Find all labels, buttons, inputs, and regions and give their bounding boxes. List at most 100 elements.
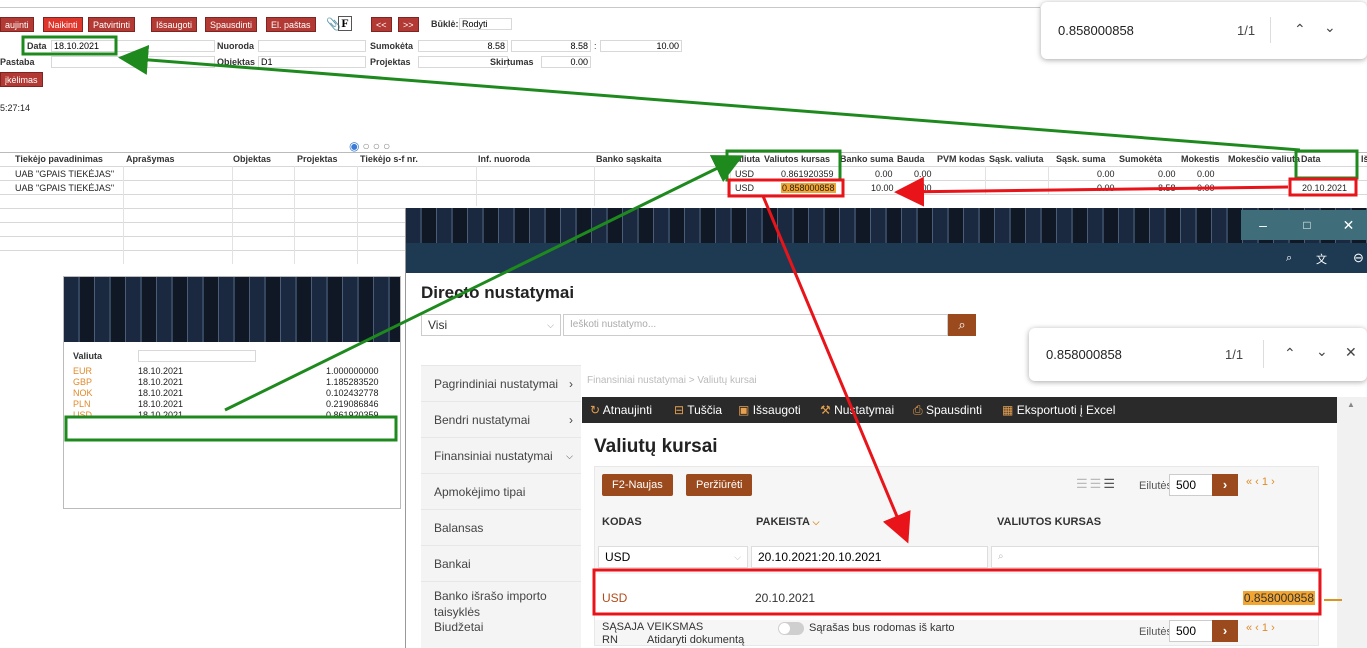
wrench-icon: ⚒ <box>820 403 831 417</box>
col-bank-sum[interactable]: Banko suma <box>840 154 894 164</box>
difference-field[interactable]: 0.00 <box>541 56 591 68</box>
next-button[interactable]: >> <box>398 17 419 32</box>
col-fee[interactable]: Mokestis <box>1181 154 1220 164</box>
col-date[interactable]: Data <box>1301 154 1321 164</box>
filter-select[interactable]: Visi ⌵ <box>421 314 561 336</box>
date-field[interactable]: 18.10.2021 <box>51 40 215 52</box>
find-bar-top[interactable]: 0.858000858 1/1 ⌃ ⌄ <box>1041 2 1367 59</box>
settings-action[interactable]: ⚒ Nustatymai <box>820 403 894 417</box>
sidebar-item-main[interactable]: Pagrindiniai nustatymai › <box>421 365 581 401</box>
pagination[interactable]: « ‹ 1 › <box>1246 476 1275 488</box>
col-inv-sum[interactable]: Sąsk. suma <box>1056 154 1106 164</box>
delete-button[interactable]: Naikinti <box>43 17 83 32</box>
scrollbar[interactable] <box>1337 397 1367 648</box>
note-field[interactable] <box>51 56 215 68</box>
f-icon[interactable]: F <box>338 16 352 31</box>
paid-label: Sumokėta <box>370 41 414 51</box>
find-close-icon[interactable]: ✕ <box>1345 344 1357 361</box>
col-project[interactable]: Projektas <box>297 154 338 164</box>
col-extra[interactable]: Iš <box>1361 154 1367 164</box>
go-button-bottom[interactable]: › <box>1212 620 1238 642</box>
rate-value: 0.219086846 <box>326 399 379 409</box>
filter-code-input[interactable]: USD ⌵ <box>598 546 748 568</box>
col-fee-currency[interactable]: Mokesčio valiuta <box>1228 154 1300 164</box>
clear-action[interactable]: ⊟ Tuščia <box>674 403 722 417</box>
rates-filter[interactable] <box>138 350 256 362</box>
search-button[interactable]: ⌕ <box>948 314 976 336</box>
col-currency[interactable]: Valiuta <box>731 154 760 164</box>
col-rate[interactable]: VALIUTOS KURSAS <box>997 516 1101 528</box>
sidebar-item-banks[interactable]: Bankai <box>421 545 581 581</box>
browser-bar <box>406 243 1367 273</box>
save-action[interactable]: ▣ Išsaugoti <box>738 403 801 417</box>
radio-pager[interactable]: ◉○○○ <box>349 139 393 153</box>
scroll-up-icon[interactable]: ▲ <box>1347 400 1355 409</box>
find-prev-icon[interactable]: ⌃ <box>1284 345 1296 362</box>
upload-button[interactable]: įkėlimas <box>0 72 43 87</box>
paid-field-1[interactable]: 8.58 <box>418 40 508 52</box>
rate-date: 18.10.2021 <box>138 399 184 409</box>
status-label: Būklė: <box>431 19 459 29</box>
object-field[interactable]: D1 <box>258 56 366 68</box>
col-fine[interactable]: Bauda <box>897 154 925 164</box>
translate-icon[interactable]: 文 <box>1316 251 1327 267</box>
sidebar-item-financial[interactable]: Finansiniai nustatymai ⌵ <box>421 437 581 473</box>
find-query-inner[interactable]: 0.858000858 <box>1046 347 1122 362</box>
col-supplier[interactable]: Tiekėjo pavadinimas <box>15 154 103 164</box>
col-bank-account[interactable]: Banko sąskaita <box>596 154 662 164</box>
col-object[interactable]: Objektas <box>233 154 271 164</box>
view-button[interactable]: Peržiūrėti <box>686 474 753 496</box>
paid-field-2[interactable]: 8.58 <box>511 40 591 52</box>
paid-field-3[interactable]: 10.00 <box>600 40 682 52</box>
row1-paid: 0.00 <box>1158 169 1176 179</box>
status-field[interactable]: Rodyti <box>459 18 512 30</box>
go-button[interactable]: › <box>1212 474 1238 496</box>
save-button[interactable]: Išsaugoti <box>151 17 198 32</box>
prev-button[interactable]: << <box>371 17 392 32</box>
col-rate[interactable]: Valiutos kursas <box>764 154 830 164</box>
col-code[interactable]: KODAS <box>602 516 642 528</box>
view-mode-icons[interactable]: ☰☰☰ <box>1076 476 1117 492</box>
col-invoice-no[interactable]: Tiekėjo s-f nr. <box>360 154 418 164</box>
col-inv-currency[interactable]: Sąsk. valiuta <box>989 154 1044 164</box>
find-query[interactable]: 0.858000858 <box>1058 23 1134 38</box>
col-changed[interactable]: PAKEISTA ⌵ <box>756 516 819 528</box>
col-vat-code[interactable]: PVM kodas <box>937 154 985 164</box>
search-icon: ⌕ <box>998 551 1004 562</box>
note-label: Pastaba <box>0 57 35 67</box>
excel-icon: ▦ <box>1002 403 1014 417</box>
col-paid[interactable]: Sumokėta <box>1119 154 1162 164</box>
close-icon[interactable]: ✕ <box>1329 210 1367 240</box>
col-inf-ref[interactable]: Inf. nuoroda <box>478 154 530 164</box>
menu-icon[interactable]: ⊖ <box>1353 250 1364 266</box>
row1-inv-sum: 0.00 <box>1097 169 1115 179</box>
print-button[interactable]: Spausdinti <box>205 17 258 32</box>
refresh-action[interactable]: ↻ Atnaujinti <box>590 403 652 417</box>
sidebar-item-payment-types[interactable]: Apmokėjimo tipai <box>421 473 581 509</box>
pagination-bottom[interactable]: « ‹ 1 › <box>1246 622 1275 634</box>
settings-search-input[interactable]: Ieškoti nustatymo... <box>563 314 948 336</box>
rate-date: 18.10.2021 <box>138 377 184 387</box>
minimize-icon[interactable]: – <box>1241 210 1285 240</box>
list-toggle[interactable] <box>778 622 804 635</box>
sidebar-item-balance[interactable]: Balansas <box>421 509 581 545</box>
email-button[interactable]: El. paštas <box>266 17 316 32</box>
table-row[interactable]: USD 20.10.2021 0.858000858 <box>595 574 1318 620</box>
sidebar-item-budgets[interactable]: Biudžetai <box>421 607 581 647</box>
maximize-icon[interactable]: □ <box>1285 210 1329 240</box>
find-next-icon[interactable]: ⌄ <box>1316 343 1328 360</box>
find-next-icon[interactable]: ⌄ <box>1324 19 1336 36</box>
export-action[interactable]: ▦ Eksportuoti į Excel <box>1002 403 1115 417</box>
sidebar-item-general[interactable]: Bendri nustatymai › <box>421 401 581 437</box>
refresh-button[interactable]: aujinti <box>0 17 34 32</box>
filter-rate-input[interactable]: ⌕ <box>991 546 1319 568</box>
new-button[interactable]: F2-Naujas <box>602 474 673 496</box>
nuoroda-field[interactable] <box>258 40 366 52</box>
filter-date-input[interactable]: 20.10.2021:20.10.2021 <box>751 546 988 568</box>
find-bar-inner[interactable]: 0.858000858 1/1 ⌃ ⌄ ✕ <box>1029 328 1367 381</box>
find-prev-icon[interactable]: ⌃ <box>1294 21 1306 38</box>
col-description[interactable]: Aprašymas <box>126 154 175 164</box>
zoom-icon[interactable]: ⌕ <box>1286 252 1300 266</box>
print-action[interactable]: ⎙ Spausdinti <box>913 403 982 418</box>
confirm-button[interactable]: Patvirtinti <box>88 17 136 32</box>
